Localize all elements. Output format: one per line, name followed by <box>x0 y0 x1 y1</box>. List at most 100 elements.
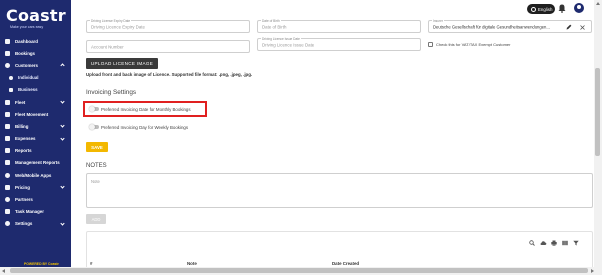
notes-title: NOTES <box>86 163 107 169</box>
sidebar-item-label: Fleet <box>15 99 26 105</box>
partners-icon <box>5 197 10 203</box>
fleet-icon <box>5 99 10 105</box>
upload-note: Upload front and back image of Licence. … <box>86 72 253 77</box>
bell-icon[interactable] <box>558 4 566 13</box>
sidebar-item-fleet[interactable]: Fleet <box>0 96 71 108</box>
sidebar-item-label: Expenses <box>15 136 36 142</box>
globe-icon <box>531 6 536 12</box>
sidebar-item-label: Settings <box>15 221 33 227</box>
account-number-placeholder: Account Number <box>91 44 124 49</box>
dashboard-icon <box>5 38 10 44</box>
save-button[interactable]: SAVE <box>86 142 108 152</box>
search-icon[interactable] <box>529 240 535 246</box>
sidebar-item-label: Dashboard <box>15 38 38 44</box>
sidebar-item-customers[interactable]: Customers <box>0 59 71 71</box>
sidebar-item-partners[interactable]: Partners <box>0 193 71 205</box>
scroll-up-arrow-icon[interactable] <box>596 2 600 5</box>
customers-icon <box>5 62 10 68</box>
sidebar-item-individual[interactable]: Individual <box>0 72 71 84</box>
insurer-label: Insurer <box>432 19 444 23</box>
licence-expiry-field[interactable]: Driving License Expiry Date Driving Lice… <box>86 19 250 33</box>
sidebar-item-billing[interactable]: Billing <box>0 120 71 132</box>
vertical-scrollbar-thumb[interactable] <box>595 68 600 156</box>
chevron-down-icon <box>60 221 65 226</box>
sidebar-item-label: Reports <box>15 148 32 154</box>
scroll-right-arrow-icon[interactable] <box>591 269 594 273</box>
close-icon[interactable] <box>580 24 585 30</box>
individual-icon <box>9 75 13 80</box>
dob-label: Date of Birth <box>261 19 281 23</box>
chevron-up-icon <box>60 63 65 68</box>
insurer-select[interactable]: Insurer Deutsche Gesellschaft für digita… <box>428 19 592 33</box>
sidebar-item-label: Customers <box>15 62 38 68</box>
sidebar-item-label: Management Reports <box>15 160 60 166</box>
column-header-date-created[interactable]: Date Created <box>332 261 359 266</box>
column-header-index[interactable]: # <box>90 261 92 266</box>
filter-icon[interactable] <box>573 240 579 246</box>
sidebar-item-label: Business <box>18 87 38 93</box>
licence-expiry-label: Driving License Expiry Date <box>90 19 132 23</box>
sidebar-item-label: Web/Mobile Apps <box>15 172 52 178</box>
download-icon[interactable] <box>540 240 547 246</box>
apps-icon <box>5 172 10 178</box>
business-icon <box>9 87 13 92</box>
brand-name: Coastr <box>6 6 66 25</box>
sidebar-item-label: Task Manager <box>15 209 44 215</box>
sidebar-item-reports[interactable]: Reports <box>0 145 71 157</box>
licence-expiry-placeholder: Driving Licence Expiry Date <box>91 24 145 29</box>
weekly-invoicing-toggle[interactable] <box>89 124 99 130</box>
sidebar-item-label: Individual <box>18 75 39 81</box>
sidebar-item-label: Pricing <box>15 184 30 190</box>
brand-tagline: Make your cars easy <box>10 25 44 29</box>
upload-licence-button[interactable]: UPLOAD LICENCE IMAGE <box>86 58 158 69</box>
sidebar-item-dashboard[interactable]: Dashboard <box>0 35 71 47</box>
invoicing-settings-title: Invoicing Settings <box>86 89 137 96</box>
view-columns-icon[interactable] <box>562 240 568 246</box>
language-label: English <box>538 6 553 12</box>
management-reports-icon <box>5 160 10 166</box>
account-number-input[interactable]: Account Number <box>86 40 250 53</box>
chevron-down-icon <box>60 99 65 104</box>
insurer-value: Deutsche Gesellschaft für digitale Gesun… <box>433 24 550 29</box>
fleet-movement-icon <box>5 111 10 117</box>
edit-icon[interactable] <box>566 24 572 30</box>
logo[interactable]: Coastr Make your cars easy <box>6 6 66 30</box>
sidebar-item-management-reports[interactable]: Management Reports <box>0 157 71 169</box>
chevron-down-icon <box>60 184 65 189</box>
weekly-invoicing-label: Preferred Invoicing Day for Weekly Booki… <box>101 124 189 130</box>
chevron-down-icon <box>60 135 65 141</box>
dob-field[interactable]: Date of Birth Date of Birth <box>257 19 421 33</box>
licence-issue-field[interactable]: Driving Licence Issue Date Driving Licen… <box>257 37 421 51</box>
vat-exempt-checkbox[interactable] <box>428 42 433 47</box>
sidebar-item-label: Partners <box>15 197 33 203</box>
note-textarea[interactable]: Note <box>86 173 593 208</box>
reports-icon <box>5 148 10 154</box>
billing-icon <box>5 123 10 129</box>
licence-issue-placeholder: Driving Licence Issue Date <box>262 42 315 47</box>
language-button[interactable]: English <box>527 4 555 14</box>
sidebar-item-fleet-movement[interactable]: Fleet Movement <box>0 108 71 120</box>
chevron-down-icon <box>60 123 65 128</box>
powered-by: POWERED BY Coastr <box>24 262 59 266</box>
column-header-note[interactable]: Note <box>187 261 197 266</box>
horizontal-scrollbar-thumb[interactable] <box>10 268 588 273</box>
add-note-button[interactable]: ADD <box>86 214 106 224</box>
sidebar-nav: Dashboard Bookings Customers Individual … <box>0 35 71 230</box>
expenses-icon <box>5 136 10 142</box>
sidebar-item-label: Billing <box>15 123 29 129</box>
sidebar-item-business[interactable]: Business <box>0 84 71 96</box>
scroll-left-arrow-icon[interactable] <box>2 269 5 273</box>
bookings-icon <box>5 50 10 56</box>
sidebar-item-expenses[interactable]: Expenses <box>0 133 71 145</box>
user-avatar-icon[interactable] <box>574 3 584 13</box>
print-icon[interactable] <box>551 240 557 246</box>
sidebar-item-label: Bookings <box>15 50 36 56</box>
sidebar-item-task-manager[interactable]: Task Manager <box>0 206 71 218</box>
monthly-invoicing-toggle[interactable] <box>89 106 99 112</box>
sidebar-item-pricing[interactable]: Pricing <box>0 181 71 193</box>
dob-placeholder: Date of Birth <box>262 24 287 29</box>
sidebar-item-bookings[interactable]: Bookings <box>0 47 71 59</box>
sidebar-item-label: Fleet Movement <box>15 111 49 117</box>
sidebar-item-settings[interactable]: Settings <box>0 218 71 230</box>
sidebar-item-web-mobile-apps[interactable]: Web/Mobile Apps <box>0 169 71 181</box>
